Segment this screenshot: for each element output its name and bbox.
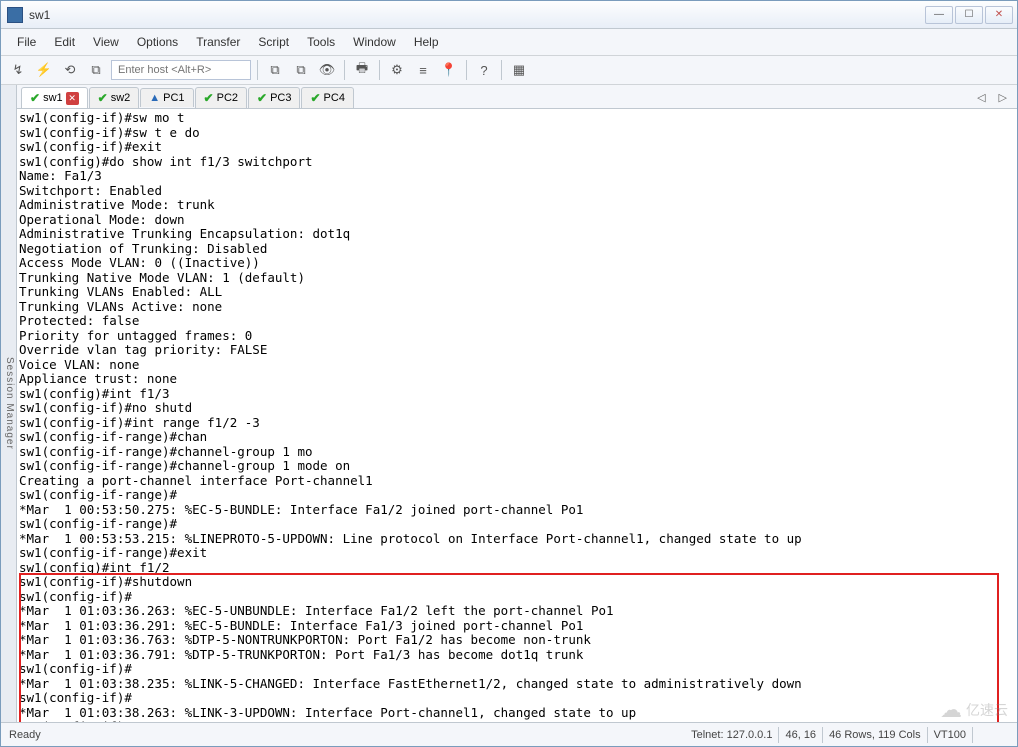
help-icon[interactable]: ? (473, 59, 495, 81)
title-bar[interactable]: sw1 — ☐ ✕ (1, 1, 1017, 29)
menu-transfer[interactable]: Transfer (188, 32, 248, 52)
minimize-button[interactable]: — (925, 6, 953, 24)
menu-tools[interactable]: Tools (299, 32, 343, 52)
tab-label: PC4 (324, 92, 345, 104)
sessions-icon[interactable]: ⧉ (85, 59, 107, 81)
window-title: sw1 (29, 8, 925, 22)
close-tab-icon[interactable]: ✕ (66, 92, 79, 105)
session-manager-panel[interactable]: Session Manager (1, 85, 17, 722)
status-ready: Ready (9, 729, 41, 741)
toolbar-separator (344, 60, 345, 80)
menu-window[interactable]: Window (345, 32, 404, 52)
status-term: VT100 (934, 729, 966, 741)
check-icon: ✔ (310, 91, 320, 105)
tab-scroll-right[interactable]: ▷ (993, 91, 1013, 104)
status-cursor: 46, 16 (785, 729, 816, 741)
toolbar-separator (466, 60, 467, 80)
app-icon (7, 7, 23, 23)
cancel-icon[interactable]: ⟲ (59, 59, 81, 81)
tab-label: PC3 (270, 92, 291, 104)
tab-pc2[interactable]: ✔ PC2 (195, 87, 247, 108)
check-icon: ✔ (204, 91, 214, 105)
lines-icon[interactable]: ≡ (412, 59, 434, 81)
tab-label: sw1 (43, 92, 63, 104)
status-size: 46 Rows, 119 Cols (829, 729, 921, 741)
tab-pc3[interactable]: ✔ PC3 (248, 87, 300, 108)
toolbar-separator (257, 60, 258, 80)
toolbar: ↯ ⚡ ⟲ ⧉ ⧉ ⧉ 👁 🖶 ⚙ ≡ 📍 ? ▦ (1, 56, 1017, 85)
reconnect-icon[interactable]: ↯ (7, 59, 29, 81)
tab-sw2[interactable]: ✔ sw2 (89, 87, 140, 108)
warning-icon: ▲ (149, 92, 160, 104)
toolbar-separator (379, 60, 380, 80)
tab-scroll-left[interactable]: ◁ (971, 91, 991, 104)
terminal-output[interactable]: sw1(config-if)#sw mo t sw1(config-if)#sw… (17, 109, 1017, 722)
copy-icon[interactable]: ⧉ (264, 59, 286, 81)
toolbar-separator (501, 60, 502, 80)
check-icon: ✔ (257, 91, 267, 105)
check-icon: ✔ (98, 91, 108, 105)
menu-help[interactable]: Help (406, 32, 447, 52)
tab-label: PC2 (217, 92, 238, 104)
check-icon: ✔ (30, 91, 40, 105)
app-window: sw1 — ☐ ✕ File Edit View Options Transfe… (0, 0, 1018, 747)
menu-bar: File Edit View Options Transfer Script T… (1, 29, 1017, 56)
tab-label: PC1 (163, 92, 184, 104)
quickconnect-icon[interactable]: ⚡ (33, 59, 55, 81)
tab-label: sw2 (111, 92, 131, 104)
menu-options[interactable]: Options (129, 32, 186, 52)
menu-script[interactable]: Script (250, 32, 297, 52)
status-connection: Telnet: 127.0.0.1 (691, 729, 772, 741)
extra-icon[interactable]: ▦ (508, 59, 530, 81)
close-button[interactable]: ✕ (985, 6, 1013, 24)
host-input[interactable] (111, 60, 251, 80)
print-icon[interactable]: 🖶 (351, 59, 373, 81)
find-icon[interactable]: 👁 (316, 59, 338, 81)
tab-sw1[interactable]: ✔ sw1 ✕ (21, 87, 88, 108)
menu-file[interactable]: File (9, 32, 44, 52)
settings-icon[interactable]: ⚙ (386, 59, 408, 81)
menu-edit[interactable]: Edit (46, 32, 83, 52)
tab-bar: ✔ sw1 ✕ ✔ sw2 ▲ PC1 ✔ PC2 ✔ (17, 85, 1017, 109)
status-bar: Ready Telnet: 127.0.0.1 46, 16 46 Rows, … (1, 722, 1017, 746)
tab-pc4[interactable]: ✔ PC4 (301, 87, 353, 108)
tab-pc1[interactable]: ▲ PC1 (140, 88, 193, 107)
paste-icon[interactable]: ⧉ (290, 59, 312, 81)
maximize-button[interactable]: ☐ (955, 6, 983, 24)
menu-view[interactable]: View (85, 32, 127, 52)
pin-icon[interactable]: 📍 (438, 59, 460, 81)
